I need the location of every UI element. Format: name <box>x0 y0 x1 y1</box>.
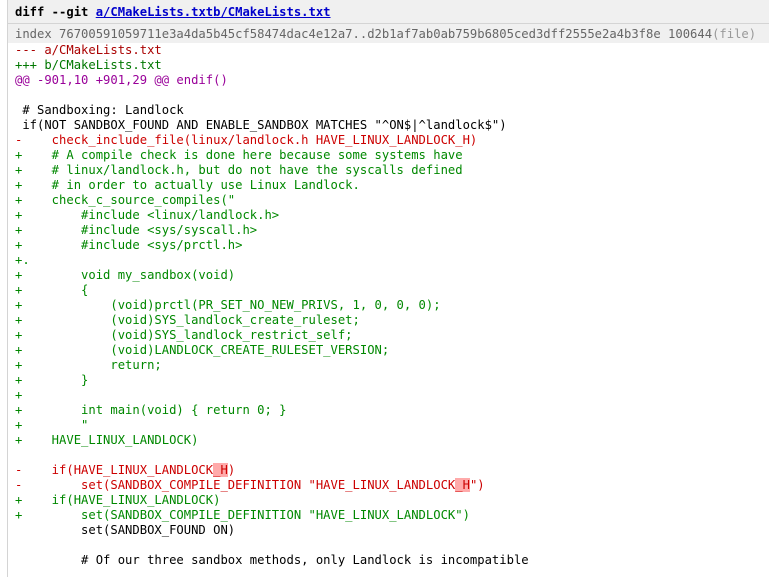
context-line <box>8 448 769 463</box>
added-line: + if(HAVE_LINUX_LANDLOCK) <box>15 493 221 507</box>
diff-header: diff --git a/CMakeLists.txt b/CMakeLists… <box>8 0 769 24</box>
added-line: + return; <box>15 358 162 372</box>
added-line: + #include <sys/prctl.h> <box>15 238 243 252</box>
line-text: ") <box>469 478 485 492</box>
removed-line: - set(SANDBOX_COMPILE_DEFINITION "HAVE_L… <box>8 478 769 493</box>
added-line: + (void)SYS_landlock_restrict_self; <box>15 328 353 342</box>
added-line: + } <box>15 373 89 387</box>
to-file-line: +++ b/CMakeLists.txt <box>15 58 162 72</box>
added-line: + (void)SYS_landlock_create_ruleset; <box>15 313 360 327</box>
context-line: set(SANDBOX_FOUND ON) <box>15 523 236 537</box>
added-line: + # in order to actually use Linux Landl… <box>15 178 360 192</box>
chunk-header: @@ -901,10 +901,29 @@ endif() <box>15 73 228 87</box>
added-line: + int main(void) { return 0; } <box>15 403 287 417</box>
added-line: +. <box>15 253 30 267</box>
added-line: + check_c_source_compiles(" <box>15 193 236 207</box>
added-line: + HAVE_LINUX_LANDLOCK) <box>15 433 199 447</box>
diff-view: diff --git a/CMakeLists.txt b/CMakeLists… <box>7 0 769 577</box>
file-mode-link[interactable]: (file) <box>712 27 756 41</box>
removed-line: - check_include_file(linux/landlock.h HA… <box>15 133 478 147</box>
context-line <box>8 88 769 103</box>
context-line: # Of our three sandbox methods, only Lan… <box>15 553 529 567</box>
changed-chars-highlight: _H <box>455 478 470 492</box>
added-line: + # linux/landlock.h, but do not have th… <box>15 163 463 177</box>
added-line: + set(SANDBOX_COMPILE_DEFINITION "HAVE_L… <box>15 508 470 522</box>
added-line: + <box>15 388 23 402</box>
line-text: - if(HAVE_LINUX_LANDLOCK <box>15 463 214 477</box>
added-line: + (void)LANDLOCK_CREATE_RULESET_VERSION; <box>15 343 390 357</box>
removed-line: - if(HAVE_LINUX_LANDLOCK_H) <box>8 463 769 478</box>
added-line: + void my_sandbox(void) <box>15 268 236 282</box>
changed-chars-highlight: _H <box>213 463 228 477</box>
added-line: + #include <sys/syscall.h> <box>15 223 258 237</box>
added-line: + (void)prctl(PR_SET_NO_NEW_PRIVS, 1, 0,… <box>15 298 441 312</box>
diff-header-prefix: diff --git <box>15 4 96 19</box>
line-text: ) <box>227 463 236 477</box>
file-b-link[interactable]: b/CMakeLists.txt <box>213 5 330 19</box>
line-text: - set(SANDBOX_COMPILE_DEFINITION "HAVE_L… <box>15 478 456 492</box>
added-line: + #include <linux/landlock.h> <box>15 208 280 222</box>
file-a-link[interactable]: a/CMakeLists.txt <box>96 5 213 19</box>
from-file-line: --- a/CMakeLists.txt <box>15 43 162 57</box>
context-line: # Sandboxing: Landlock <box>15 103 184 117</box>
context-line: if(NOT SANDBOX_FOUND AND ENABLE_SANDBOX … <box>15 118 507 132</box>
diff-lines: # Sandboxing: Landlock if(NOT SANDBOX_FO… <box>8 88 769 568</box>
index-hashes: index 76700591059711e3a4da5b45cf58474dac… <box>15 26 713 41</box>
context-line <box>8 538 769 553</box>
added-line: + " <box>15 418 89 432</box>
added-line: + { <box>15 283 89 297</box>
added-line: + # A compile check is done here because… <box>15 148 463 162</box>
index-line: index 76700591059711e3a4da5b45cf58474dac… <box>8 24 769 43</box>
